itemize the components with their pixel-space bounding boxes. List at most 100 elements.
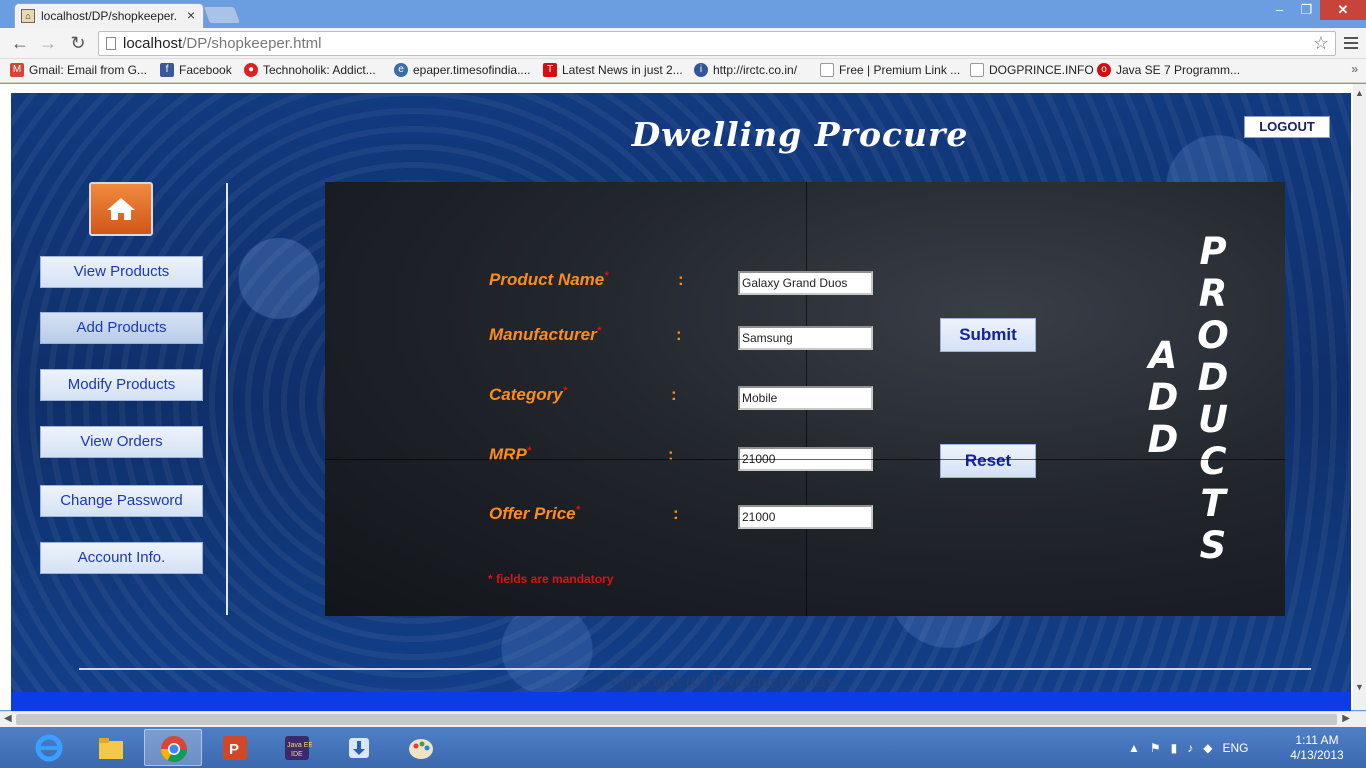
site-body: Dwelling Procure LOGOUT View Products Ad… xyxy=(11,93,1351,711)
bookmark-item[interactable]: T Latest News in just 2... xyxy=(543,63,683,77)
scrollbar-thumb[interactable] xyxy=(16,714,1337,725)
nav-modify-products[interactable]: Modify Products xyxy=(40,369,203,401)
bookmark-item[interactable]: M Gmail: Email from G... xyxy=(10,63,147,77)
page-viewport: Dwelling Procure LOGOUT View Products Ad… xyxy=(0,84,1366,711)
browser-toolbar: ← → ↻ localhost/DP/shopkeeper.html ☆ xyxy=(0,28,1366,59)
nav-view-products[interactable]: View Products xyxy=(40,256,203,288)
gmail-icon: M xyxy=(10,63,24,77)
mandatory-note: * fields are mandatory xyxy=(488,572,614,586)
minimize-icon[interactable]: – xyxy=(1266,0,1293,20)
address-url[interactable]: localhost/DP/shopkeeper.html xyxy=(123,35,321,52)
sidebar-divider xyxy=(226,183,228,615)
show-hidden-icons-icon[interactable]: ▲ xyxy=(1128,741,1140,755)
bookmark-item[interactable]: f Facebook xyxy=(160,63,232,77)
nav-view-orders[interactable]: View Orders xyxy=(40,426,203,458)
language-indicator[interactable]: ENG xyxy=(1223,741,1249,755)
bookmark-item[interactable]: DOGPRINCE.INFO xyxy=(970,63,1094,77)
add-product-form-panel: Product Name* : Manufacturer* : Category… xyxy=(325,182,1285,616)
manufacturer-input[interactable] xyxy=(738,326,873,350)
home-button[interactable] xyxy=(89,182,153,236)
vertical-letter: P xyxy=(1199,230,1227,273)
bookmark-star-icon[interactable]: ☆ xyxy=(1313,33,1329,54)
system-tray: ▲ ⚑ ▮ ♪ ◆ ENG xyxy=(1128,735,1259,761)
page-icon xyxy=(970,63,984,77)
restore-icon[interactable]: ❐ xyxy=(1293,0,1320,20)
page-icon xyxy=(820,63,834,77)
scroll-up-icon[interactable]: ▲ xyxy=(1355,88,1364,98)
category-input[interactable] xyxy=(738,386,873,410)
bookmark-item[interactable]: i http://irctc.co.in/ xyxy=(694,63,797,77)
reset-button[interactable]: Reset xyxy=(940,444,1036,478)
new-tab-button[interactable] xyxy=(202,6,242,24)
page-favicon-icon: ⌂ xyxy=(21,9,35,23)
chrome-menu-icon[interactable] xyxy=(1344,34,1358,52)
technoholik-icon: ● xyxy=(244,63,258,77)
window-controls: – ❐ ✕ xyxy=(1266,0,1366,22)
vertical-scrollbar[interactable]: ▲ ▼ xyxy=(1353,84,1366,710)
forward-arrow-icon[interactable]: → xyxy=(36,32,60,54)
vertical-text-add: ADD xyxy=(1143,335,1183,461)
clock-date: 4/13/2013 xyxy=(1290,748,1344,762)
reload-icon[interactable]: ↻ xyxy=(66,32,90,54)
horizontal-scrollbar[interactable]: ◀ ▶ xyxy=(0,711,1366,727)
offer-price-input[interactable] xyxy=(738,505,873,529)
irctc-icon: i xyxy=(694,63,708,77)
colon-separator: : xyxy=(676,325,682,344)
bookmark-item[interactable]: ● Technoholik: Addict... xyxy=(244,63,376,77)
bookmark-item[interactable]: Free | Premium Link ... xyxy=(820,63,960,77)
file-explorer-icon[interactable] xyxy=(82,729,140,766)
vertical-letter: O xyxy=(1197,314,1229,357)
manufacturer-label: Manufacturer* xyxy=(489,325,601,344)
internet-explorer-icon[interactable] xyxy=(20,729,78,766)
paint-icon[interactable] xyxy=(392,729,450,766)
svg-text:P: P xyxy=(229,741,239,758)
footer-divider xyxy=(79,668,1311,670)
java-ee-ide-icon[interactable]: Java EE IDE xyxy=(268,729,326,766)
window-close-icon[interactable]: ✕ xyxy=(1320,0,1366,20)
action-center-icon[interactable]: ⚑ xyxy=(1150,741,1161,755)
colon-separator: : xyxy=(678,270,684,289)
home-icon xyxy=(107,198,135,220)
product-name-input[interactable] xyxy=(738,271,873,295)
facebook-icon: f xyxy=(160,63,174,77)
network-icon[interactable]: ▮ xyxy=(1171,741,1178,755)
browser-tab[interactable]: ⌂ localhost/DP/shopkeeper. × xyxy=(14,3,204,28)
vertical-letter: D xyxy=(1197,356,1229,399)
bookmarks-overflow-icon[interactable]: » xyxy=(1351,62,1358,76)
vertical-letter: R xyxy=(1198,272,1228,315)
vertical-letter: A xyxy=(1148,334,1178,377)
bookmark-item[interactable]: e epaper.timesofindia.... xyxy=(394,63,530,77)
mrp-label: MRP* xyxy=(489,445,532,464)
installer-icon[interactable] xyxy=(330,729,388,766)
mrp-input[interactable] xyxy=(738,447,873,471)
logout-button[interactable]: LOGOUT xyxy=(1244,116,1330,138)
nav-add-products[interactable]: Add Products xyxy=(40,312,203,344)
powerpoint-icon[interactable]: P xyxy=(206,729,264,766)
nav-change-password[interactable]: Change Password xyxy=(40,485,203,517)
scroll-left-icon[interactable]: ◀ xyxy=(4,713,12,724)
taskbar-clock[interactable]: 1:11 AM 4/13/2013 xyxy=(1288,733,1346,763)
product-name-label: Product Name* xyxy=(489,270,609,289)
chrome-icon[interactable] xyxy=(144,729,202,766)
back-arrow-icon[interactable]: ← xyxy=(8,32,32,54)
dropbox-icon[interactable]: ◆ xyxy=(1203,741,1212,755)
oracle-icon: o xyxy=(1097,63,1111,77)
nav-account-info[interactable]: Account Info. xyxy=(40,542,203,574)
svg-text:IDE: IDE xyxy=(291,751,303,758)
address-bar[interactable]: localhost/DP/shopkeeper.html ☆ xyxy=(98,31,1336,56)
tab-title: localhost/DP/shopkeeper. xyxy=(41,9,178,23)
site-title: Dwelling Procure xyxy=(631,115,969,154)
tab-close-icon[interactable]: × xyxy=(187,7,195,23)
scroll-right-icon[interactable]: ▶ xyxy=(1342,713,1350,724)
scroll-down-icon[interactable]: ▼ xyxy=(1355,682,1364,692)
vertical-letter: D xyxy=(1147,418,1179,461)
volume-icon[interactable]: ♪ xyxy=(1187,741,1193,755)
windows-taskbar: P Java EE IDE ▲ ⚑ ▮ ♪ ◆ ENG 1:11 AM 4/13/… xyxy=(0,727,1366,768)
browser-titlebar: ⌂ localhost/DP/shopkeeper. × – ❐ ✕ xyxy=(0,0,1366,28)
category-label: Category* xyxy=(489,385,567,404)
submit-button[interactable]: Submit xyxy=(940,318,1036,352)
svg-text:Java EE: Java EE xyxy=(287,742,312,749)
colon-separator: : xyxy=(671,385,677,404)
bookmark-item[interactable]: o Java SE 7 Programm... xyxy=(1097,63,1240,77)
colon-separator: : xyxy=(668,445,674,464)
